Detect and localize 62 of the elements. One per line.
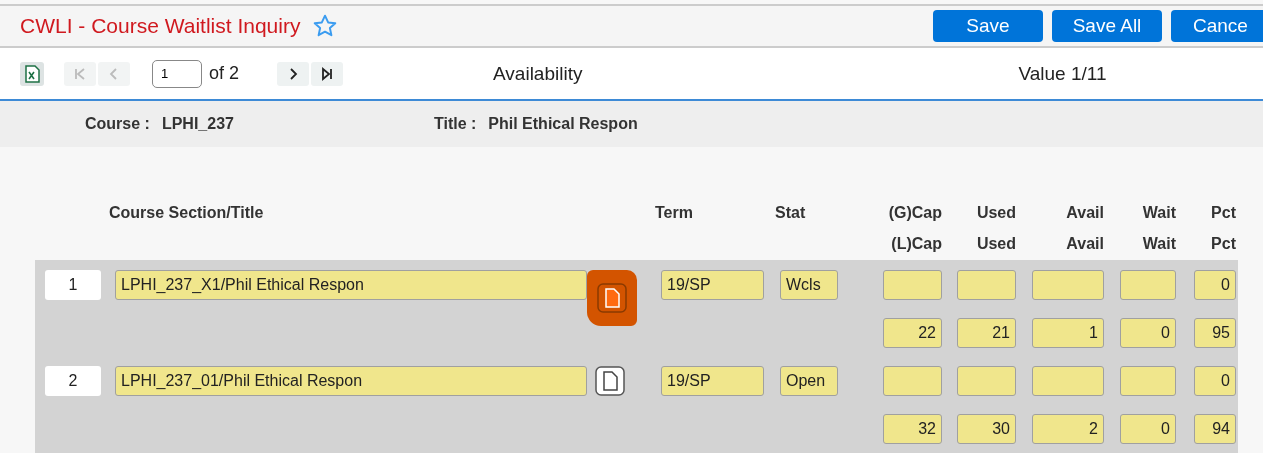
- term-field[interactable]: 19/SP: [661, 270, 764, 300]
- local-value-field[interactable]: 0: [1120, 414, 1176, 444]
- next-page-button[interactable]: [277, 61, 310, 86]
- local-value-field[interactable]: 22: [883, 318, 942, 348]
- column-header: Pct: [1210, 235, 1236, 254]
- global-value-field[interactable]: 0: [1194, 366, 1236, 396]
- local-value-field[interactable]: 1: [1032, 318, 1104, 348]
- column-header: Avail: [1065, 204, 1104, 223]
- column-header: Pct: [1210, 204, 1236, 223]
- local-value-field[interactable]: 94: [1194, 414, 1236, 444]
- availability-label: Availability: [493, 62, 583, 85]
- term-field[interactable]: 19/SP: [661, 366, 764, 396]
- global-value-field[interactable]: [1032, 270, 1104, 300]
- last-page-button[interactable]: [311, 61, 344, 86]
- column-header: Used: [975, 235, 1016, 254]
- column-header: Avail: [1065, 235, 1104, 254]
- document-icon: [595, 366, 625, 396]
- column-header: Course Section/Title: [109, 204, 264, 223]
- column-header: (G)Cap: [887, 204, 942, 223]
- cancel-button[interactable]: Cance: [1171, 10, 1263, 42]
- page-number-field[interactable]: 1: [152, 59, 202, 88]
- global-value-field[interactable]: [1120, 366, 1176, 396]
- column-header: Used: [975, 204, 1016, 223]
- page-count: of 2: [209, 63, 240, 84]
- row-number: 2: [45, 366, 101, 396]
- document-icon: [597, 283, 627, 313]
- page-title: CWLI - Course Waitlist Inquiry: [20, 14, 301, 38]
- column-header: Wait: [1141, 204, 1176, 223]
- section-title-field[interactable]: LPHI_237_01/Phil Ethical Respon: [115, 366, 587, 396]
- section-title-field[interactable]: LPHI_237_X1/Phil Ethical Respon: [115, 270, 587, 300]
- status-field[interactable]: Wcls: [780, 270, 838, 300]
- document-button[interactable]: [587, 270, 637, 326]
- column-header: Term: [655, 204, 693, 223]
- info-value: Phil Ethical Respon: [488, 115, 638, 133]
- column-header: (L)Cap: [890, 235, 942, 254]
- global-value-field[interactable]: [957, 270, 1016, 300]
- info-label: Course :: [85, 115, 150, 133]
- document-button[interactable]: [595, 366, 625, 396]
- local-value-field[interactable]: 0: [1120, 318, 1176, 348]
- info-label: Title :: [433, 115, 477, 133]
- column-header: Wait: [1141, 235, 1176, 254]
- local-value-field[interactable]: 21: [957, 318, 1016, 348]
- value-counter: Value 1/11: [1018, 62, 1107, 85]
- local-value-field[interactable]: 2: [1032, 414, 1104, 444]
- save-button[interactable]: Save: [933, 10, 1043, 42]
- status-field[interactable]: Open: [780, 366, 838, 396]
- global-value-field[interactable]: 0: [1194, 270, 1236, 300]
- local-value-field[interactable]: 32: [883, 414, 942, 444]
- global-value-field[interactable]: [1120, 270, 1176, 300]
- info-value: LPHI_237: [161, 115, 234, 133]
- global-value-field[interactable]: [957, 366, 1016, 396]
- local-value-field[interactable]: 30: [957, 414, 1016, 444]
- global-value-field[interactable]: [883, 270, 942, 300]
- row-number: 1: [45, 270, 101, 300]
- local-value-field[interactable]: 95: [1194, 318, 1236, 348]
- spreadsheet-icon: [24, 64, 40, 83]
- global-value-field[interactable]: [1032, 366, 1104, 396]
- column-header: Stat: [775, 204, 806, 223]
- excel-export-button[interactable]: [20, 61, 44, 86]
- save-all-button[interactable]: Save All: [1052, 10, 1162, 42]
- favorite-star-icon[interactable]: [312, 13, 339, 39]
- global-value-field[interactable]: [883, 366, 942, 396]
